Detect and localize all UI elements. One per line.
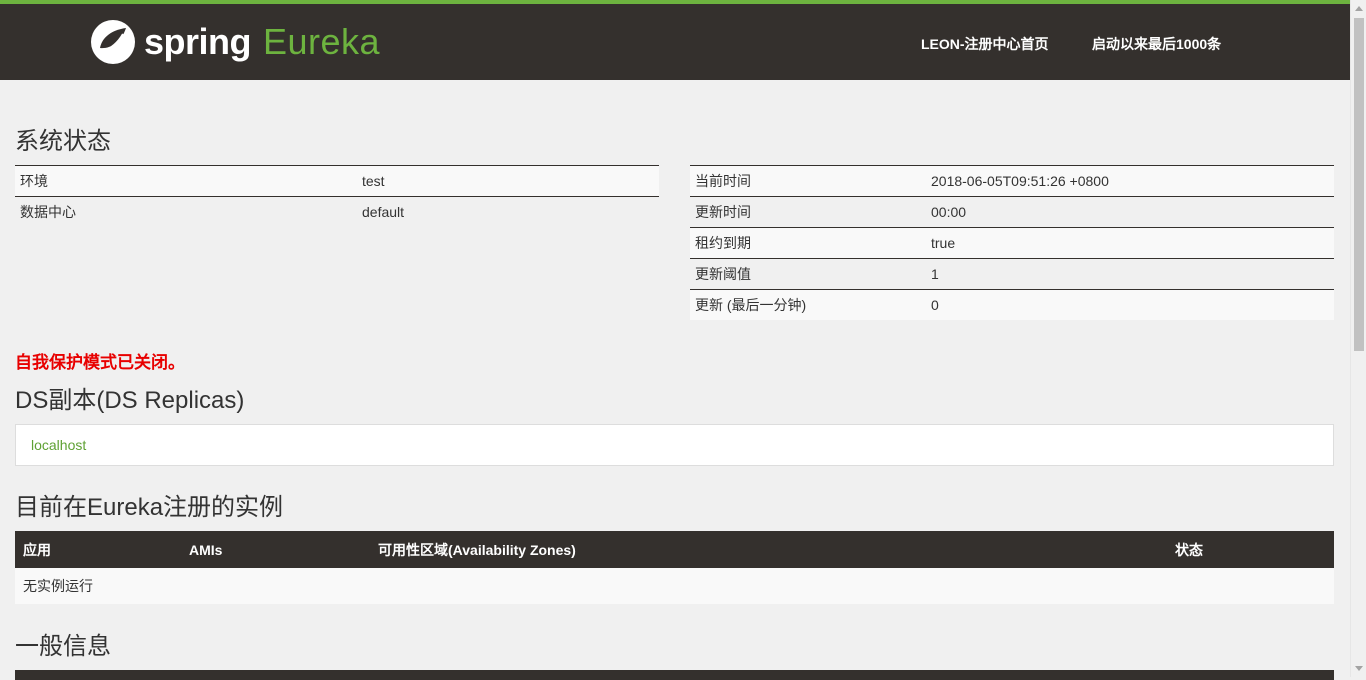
status-value: 00:00 — [926, 196, 1334, 228]
status-label: 更新阈值 — [690, 258, 926, 290]
spring-eureka-logo[interactable]: spring Eureka — [90, 17, 380, 67]
scroll-thumb[interactable] — [1354, 18, 1364, 351]
column-header-status: 状态 — [1167, 531, 1334, 568]
replica-localhost-link[interactable]: localhost — [31, 437, 86, 453]
status-label: 更新时间 — [690, 196, 926, 228]
ds-replicas-title: DS副本(DS Replicas) — [15, 387, 245, 414]
column-header-availability-zones: 可用性区域(Availability Zones) — [370, 531, 1167, 568]
scroll-down-arrow-icon — [1355, 666, 1363, 671]
status-label: 当前时间 — [690, 165, 926, 197]
status-label: 数据中心 — [15, 196, 357, 227]
system-status-left-table: 环境 test 数据中心 default — [15, 165, 659, 227]
status-value: test — [357, 165, 659, 197]
spring-leaf-icon — [91, 20, 135, 64]
column-header-application: 应用 — [15, 531, 181, 568]
status-label: 环境 — [15, 165, 357, 197]
ds-replicas-list: localhost — [15, 424, 1334, 466]
status-row: 更新阈值 1 — [690, 258, 1334, 290]
instances-table: 应用 AMIs 可用性区域(Availability Zones) 状态 无实例… — [15, 531, 1334, 604]
status-label: 租约到期 — [690, 227, 926, 259]
scroll-up-arrow-icon — [1355, 6, 1363, 11]
top-navbar: spring Eureka LEON-注册中心首页 启动以来最后1000条 — [0, 0, 1350, 80]
status-row: 租约到期 true — [690, 227, 1334, 259]
status-label: 更新 (最后一分钟) — [690, 289, 926, 320]
registered-instances-title: 目前在Eureka注册的实例 — [15, 494, 284, 521]
no-instances-message: 无实例运行 — [15, 568, 1334, 604]
system-status-title: 系统状态 — [15, 128, 111, 155]
status-row: 环境 test — [15, 165, 659, 197]
status-value: default — [357, 196, 659, 227]
logo-spring-text: spring — [144, 21, 252, 62]
status-value: 2018-06-05T09:51:26 +0800 — [926, 165, 1334, 197]
status-row: 数据中心 default — [15, 196, 659, 227]
general-info-title: 一般信息 — [15, 633, 111, 660]
table-row: 无实例运行 — [15, 568, 1334, 604]
system-status-right-table: 当前时间 2018-06-05T09:51:26 +0800 更新时间 00:0… — [690, 165, 1334, 320]
status-value: 1 — [926, 258, 1334, 290]
column-header-amis: AMIs — [181, 531, 370, 568]
status-row: 更新时间 00:00 — [690, 196, 1334, 228]
status-row: 当前时间 2018-06-05T09:51:26 +0800 — [690, 165, 1334, 197]
general-info-table-header — [15, 670, 1334, 680]
vertical-scrollbar[interactable] — [1350, 0, 1366, 677]
logo-eureka-text: Eureka — [263, 21, 381, 62]
scroll-up-button[interactable] — [1351, 0, 1366, 17]
status-value: 0 — [926, 289, 1334, 320]
status-row: 更新 (最后一分钟) 0 — [690, 289, 1334, 320]
status-value: true — [926, 227, 1334, 259]
self-preservation-warning: 自我保护模式已关闭。 — [15, 353, 185, 372]
nav-last-1000-link[interactable]: 启动以来最后1000条 — [1092, 34, 1221, 54]
table-header-row: 应用 AMIs 可用性区域(Availability Zones) 状态 — [15, 531, 1334, 568]
nav-home-link[interactable]: LEON-注册中心首页 — [921, 34, 1049, 54]
scroll-down-button[interactable] — [1351, 660, 1366, 677]
